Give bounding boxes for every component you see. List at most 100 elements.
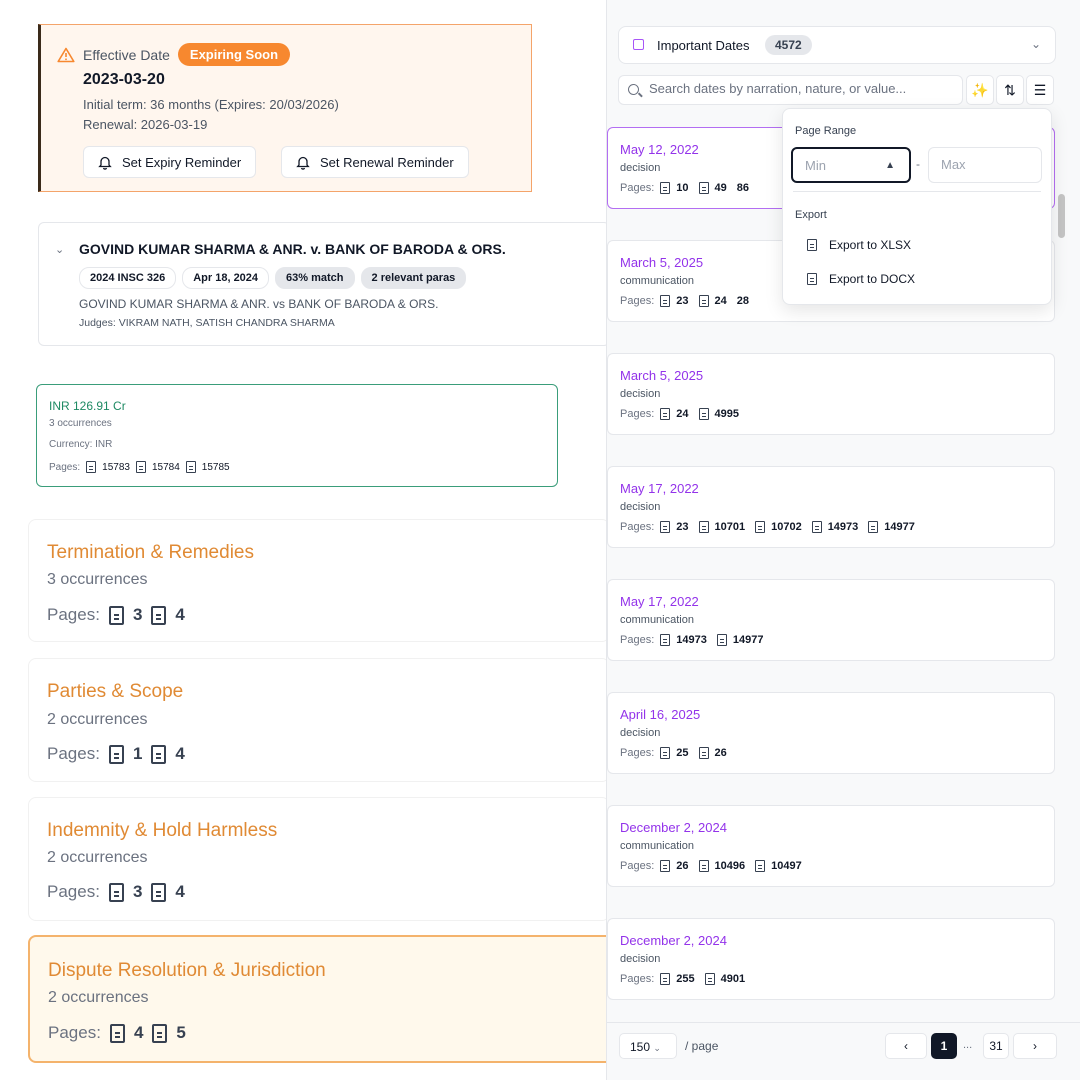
page-range-max-input[interactable]: Max [928,147,1042,183]
range-dash: - [916,157,920,171]
page-link[interactable]: 15785 [202,462,230,473]
page-link[interactable]: 4995 [715,408,739,420]
date-card[interactable]: April 16, 2025 decision Pages: 25 26 [607,692,1055,774]
pages-label: Pages: [47,605,100,624]
topic-card[interactable]: Parties & Scope 2 occurrences Pages: 1 4 [28,658,610,782]
pages-label: Pages: [620,860,655,872]
page-link[interactable]: 4 [175,882,184,902]
page-link[interactable]: 28 [737,295,749,307]
page-link[interactable]: 4 [134,1023,143,1043]
case-card[interactable]: ⌄ GOVIND KUMAR SHARMA & ANR. v. BANK OF … [38,222,610,346]
dates-count-badge: 4572 [765,35,812,55]
stepper-icon[interactable]: ▲︎ [885,149,895,183]
date-card[interactable]: May 17, 2022 decision Pages: 23 10701 10… [607,466,1055,548]
amount-card[interactable]: INR 126.91 Cr 3 occurrences Currency: IN… [36,384,558,487]
topic-card[interactable]: Termination & Remedies 3 occurrences Pag… [28,519,610,642]
chevron-down-icon[interactable]: ⌄ [1031,37,1041,51]
page-range-min-input[interactable]: Min ▲︎ [791,147,911,183]
page-link[interactable]: 24 [676,408,688,420]
page-icon [108,605,124,625]
case-title[interactable]: GOVIND KUMAR SHARMA & ANR. v. BANK OF BA… [79,241,506,257]
page-button-last[interactable]: 31 [983,1033,1009,1059]
page-link[interactable]: 23 [676,295,688,307]
page-link[interactable]: 1 [133,744,142,764]
topic-card-selected[interactable]: Dispute Resolution & Jurisdiction 2 occu… [28,935,684,1063]
prev-page-button[interactable]: ‹ [885,1033,927,1059]
chevron-down-icon: ⌄ [653,1043,661,1053]
chevron-down-icon[interactable]: ⌄ [55,243,64,256]
topic-occurrences: 3 occurrences [47,571,148,588]
effective-date-value: 2023-03-20 [83,71,165,88]
page-link[interactable]: 23 [676,521,688,533]
panel-scrollbar[interactable] [1058,194,1065,238]
initial-term-text: Initial term: 36 months (Expires: 20/03/… [83,97,339,112]
citation-chip: 2024 INSC 326 [79,267,177,289]
topic-title: Dispute Resolution & Jurisdiction [48,960,326,981]
page-link[interactable]: 4 [175,605,184,625]
page-icon [868,521,879,533]
page-link[interactable]: 26 [715,747,727,759]
date-value: April 16, 2025 [620,707,701,722]
page-link[interactable]: 14977 [884,521,915,533]
page-link[interactable]: 5 [176,1023,185,1043]
page-link[interactable]: 10702 [771,521,802,533]
page-link[interactable]: 3 [133,882,142,902]
sparkle-icon[interactable]: ✨ [966,75,994,105]
page-link[interactable]: 4901 [721,973,745,985]
page-link[interactable]: 49 [715,182,727,194]
page-link[interactable]: 15784 [152,462,180,473]
pages-label: Pages: [47,744,100,763]
page-icon [660,182,671,194]
page-link[interactable]: 10701 [715,521,746,533]
amount-currency: Currency: INR [49,439,113,450]
dates-search[interactable] [618,75,963,105]
page-icon [660,295,671,307]
page-link[interactable]: 4 [175,744,184,764]
page-link[interactable]: 10 [676,182,688,194]
page-link[interactable]: 15783 [102,462,130,473]
page-icon [151,744,167,764]
pages-label: Pages: [620,408,655,420]
page-range-label: Page Range [795,125,857,137]
sort-icon[interactable]: ⇅ [996,75,1024,105]
page-link[interactable]: 3 [133,605,142,625]
search-icon [628,84,639,95]
date-chip: Apr 18, 2024 [182,267,270,289]
next-page-button[interactable]: › [1013,1033,1057,1059]
date-card[interactable]: December 2, 2024 decision Pages: 255 490… [607,918,1055,1000]
pages-label: Pages: [620,182,655,194]
match-chip: 63% match [275,267,355,289]
set-renewal-reminder-button[interactable]: Set Renewal Reminder [281,146,469,178]
page-link[interactable]: 10497 [771,860,802,872]
topic-card[interactable]: Indemnity & Hold Harmless 2 occurrences … [28,797,610,921]
panel-title: Important Dates [657,38,750,53]
export-xlsx-item[interactable]: Export to XLSX [807,238,911,252]
per-page-select[interactable]: 150 ⌄ [619,1033,677,1059]
date-card[interactable]: December 2, 2024 communication Pages: 26… [607,805,1055,887]
page-link[interactable]: 10496 [715,860,746,872]
page-link[interactable]: 255 [676,973,694,985]
date-nature: communication [620,275,694,287]
date-card[interactable]: March 5, 2025 decision Pages: 24 4995 [607,353,1055,435]
important-dates-header[interactable]: Important Dates 4572 ⌄ [618,26,1056,64]
page-link[interactable]: 24 [715,295,727,307]
page-link[interactable]: 14973 [828,521,859,533]
page-button-current[interactable]: 1 [931,1033,957,1059]
export-docx-item[interactable]: Export to DOCX [807,272,915,286]
date-nature: decision [620,162,661,174]
set-expiry-reminder-button[interactable]: Set Expiry Reminder [83,146,257,178]
date-card[interactable]: May 17, 2022 communication Pages: 14973 … [607,579,1055,661]
dropdown-divider [793,191,1041,192]
page-link[interactable]: 26 [676,860,688,872]
page-link[interactable]: 14973 [676,634,707,646]
case-chips: 2024 INSC 326 Apr 18, 2024 63% match 2 r… [79,267,467,289]
filter-settings-icon[interactable]: ☰ [1026,75,1054,105]
search-input[interactable] [649,81,949,96]
page-icon [108,882,124,902]
page-link[interactable]: 86 [737,182,749,194]
bell-icon [296,156,310,170]
effective-date-header: Effective Date Expiring Soon [57,43,291,66]
amount-occurrences: 3 occurrences [49,418,112,429]
page-link[interactable]: 25 [676,747,688,759]
page-link[interactable]: 14977 [733,634,764,646]
